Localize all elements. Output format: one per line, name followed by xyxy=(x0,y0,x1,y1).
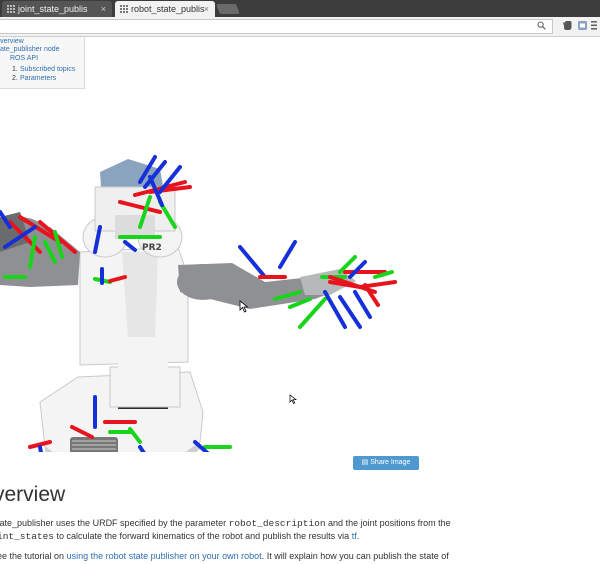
paragraph: int_states to calculate the forward kine… xyxy=(0,531,359,542)
browser-toolbar xyxy=(0,17,600,37)
extension-icon[interactable] xyxy=(577,20,588,31)
robot-body: PR2 xyxy=(0,159,356,452)
toc-number: 2. xyxy=(12,75,18,82)
code: robot_description xyxy=(228,518,326,529)
tab-title: robot_state_publis xyxy=(131,4,205,14)
menu-icon[interactable] xyxy=(591,21,597,30)
tutorial-link[interactable]: using the robot state publisher on your … xyxy=(67,551,262,561)
page-icon xyxy=(120,5,128,13)
address-bar[interactable] xyxy=(0,19,553,34)
star-icon[interactable] xyxy=(549,20,550,21)
base-vent xyxy=(70,437,118,452)
toc-link[interactable]: ate_publisher node xyxy=(0,46,60,53)
close-tab-icon[interactable]: × xyxy=(101,1,106,17)
page-heading: verview xyxy=(0,483,66,506)
text: to calculate the forward kinematics of t… xyxy=(54,531,352,541)
paragraph: tate_publisher uses the URDF specified b… xyxy=(0,518,451,529)
share-image-label: Share Image xyxy=(370,459,411,466)
text: ee the tutorial on xyxy=(0,551,67,561)
toc-link[interactable]: ROS API xyxy=(10,55,38,62)
paragraph: ee the tutorial on using the robot state… xyxy=(0,551,449,561)
text: tate_publisher uses the URDF specified b… xyxy=(0,518,229,528)
text: . xyxy=(356,531,360,541)
new-tab-button[interactable] xyxy=(216,4,240,14)
web-page: verview ate_publisher node ROS API 1. Su… xyxy=(0,37,600,564)
evernote-icon[interactable] xyxy=(562,20,573,31)
page-icon xyxy=(7,5,15,13)
tab-strip: joint_state_publis × robot_state_publis … xyxy=(0,0,600,17)
toc-link[interactable]: Parameters xyxy=(20,75,56,82)
share-icon: ▤ xyxy=(361,459,369,466)
close-tab-icon[interactable]: × xyxy=(204,1,209,17)
tab-joint-state-publisher[interactable]: joint_state_publis × xyxy=(2,1,112,17)
code: int_states xyxy=(0,531,55,542)
toc-number: 1. xyxy=(12,66,18,73)
tab-title: joint_state_publis xyxy=(18,4,88,14)
mouse-cursor-icon xyxy=(289,394,298,404)
toc-link[interactable]: verview xyxy=(0,38,24,45)
toc-link[interactable]: Subscribed topics xyxy=(20,66,75,73)
text: and the joint positions from the xyxy=(325,518,451,528)
share-image-button[interactable]: ▤ Share Image xyxy=(353,456,419,470)
table-of-contents: verview ate_publisher node ROS API 1. Su… xyxy=(0,37,85,89)
text: . It will explain how you can publish th… xyxy=(261,551,449,561)
robot-3d-view[interactable]: PR2 xyxy=(0,107,430,452)
tab-robot-state-publisher[interactable]: robot_state_publis × xyxy=(115,1,215,17)
pr2-badge: PR2 xyxy=(142,243,162,253)
search-icon[interactable] xyxy=(537,21,546,30)
